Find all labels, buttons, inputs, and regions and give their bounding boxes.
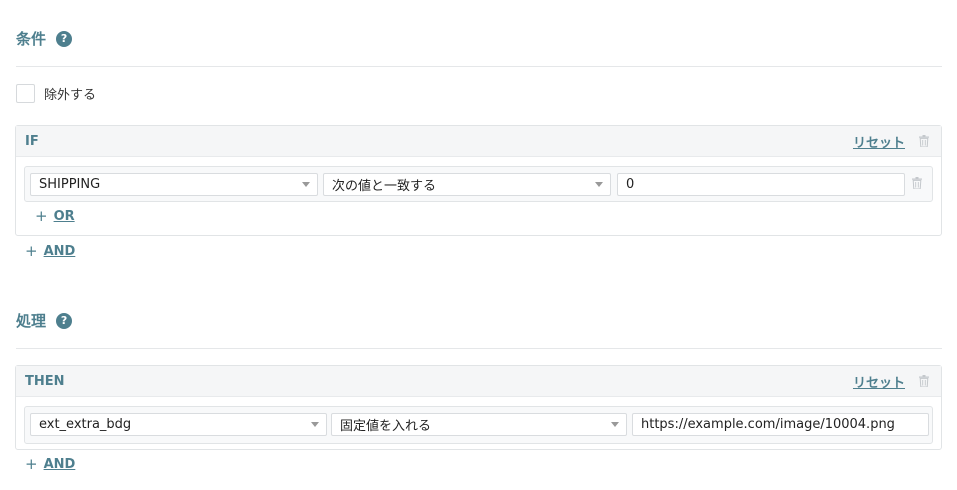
then-operator-value: 固定値を入れる — [340, 419, 432, 434]
exclude-option: 除外する — [16, 84, 96, 103]
conditions-title-text: 条件 — [16, 30, 47, 48]
add-and-condition-button[interactable]: + AND — [25, 242, 75, 260]
help-icon[interactable]: ? — [56, 312, 73, 329]
trash-icon[interactable] — [919, 135, 929, 147]
if-panel-header: IF リセット — [16, 126, 941, 157]
then-reset-link[interactable]: リセット — [853, 372, 905, 391]
actions-title-text: 処理 — [16, 312, 47, 330]
if-panel-title: IF — [25, 133, 39, 149]
divider — [16, 348, 942, 349]
if-operator-value: 次の値と一致する — [332, 179, 437, 194]
if-reset-link[interactable]: リセット — [853, 132, 905, 151]
plus-icon: + — [35, 207, 48, 225]
if-panel-actions: リセット — [853, 132, 929, 151]
trash-icon[interactable] — [919, 375, 929, 387]
chevron-down-icon — [311, 422, 319, 427]
add-or-label: OR — [53, 208, 75, 224]
plus-icon: + — [25, 242, 38, 260]
then-action-row: ext_extra_bdg 固定値を入れる https://example.co… — [24, 406, 933, 444]
then-panel-title: THEN — [25, 373, 65, 389]
then-field-value: ext_extra_bdg — [39, 417, 132, 432]
then-panel-actions: リセット — [853, 372, 929, 391]
rule-editor: 条件 ? 除外する IF リセット SHIPPING 次の値と一致する 0 + … — [0, 0, 957, 490]
if-condition-row: SHIPPING 次の値と一致する 0 — [24, 166, 933, 202]
exclude-label: 除外する — [44, 88, 97, 103]
then-panel: THEN リセット ext_extra_bdg 固定値を入れる https://… — [15, 365, 942, 450]
if-value-input[interactable]: 0 — [617, 173, 905, 196]
if-field-select[interactable]: SHIPPING — [30, 173, 318, 196]
add-and-label: AND — [43, 243, 76, 259]
chevron-down-icon — [611, 422, 619, 427]
then-operator-select[interactable]: 固定値を入れる — [331, 413, 627, 436]
conditions-title: 条件 ? — [16, 28, 73, 49]
if-panel: IF リセット SHIPPING 次の値と一致する 0 + OR — [15, 125, 942, 236]
chevron-down-icon — [595, 182, 603, 187]
trash-icon[interactable] — [912, 177, 922, 189]
divider — [16, 66, 942, 67]
add-and-action-button[interactable]: + AND — [25, 455, 75, 473]
if-value-text: 0 — [626, 177, 635, 192]
if-operator-select[interactable]: 次の値と一致する — [323, 173, 611, 196]
then-panel-header: THEN リセット — [16, 366, 941, 397]
add-or-button[interactable]: + OR — [35, 207, 75, 225]
if-field-value: SHIPPING — [39, 177, 101, 192]
then-field-select[interactable]: ext_extra_bdg — [30, 413, 327, 436]
actions-title: 処理 ? — [16, 310, 73, 331]
add-and-action-label: AND — [43, 456, 76, 472]
chevron-down-icon — [302, 182, 310, 187]
exclude-checkbox[interactable] — [16, 84, 35, 103]
then-value-text: https://example.com/image/10004.png — [641, 417, 895, 432]
plus-icon: + — [25, 455, 38, 473]
help-icon[interactable]: ? — [56, 30, 73, 47]
then-value-input[interactable]: https://example.com/image/10004.png — [632, 413, 929, 436]
